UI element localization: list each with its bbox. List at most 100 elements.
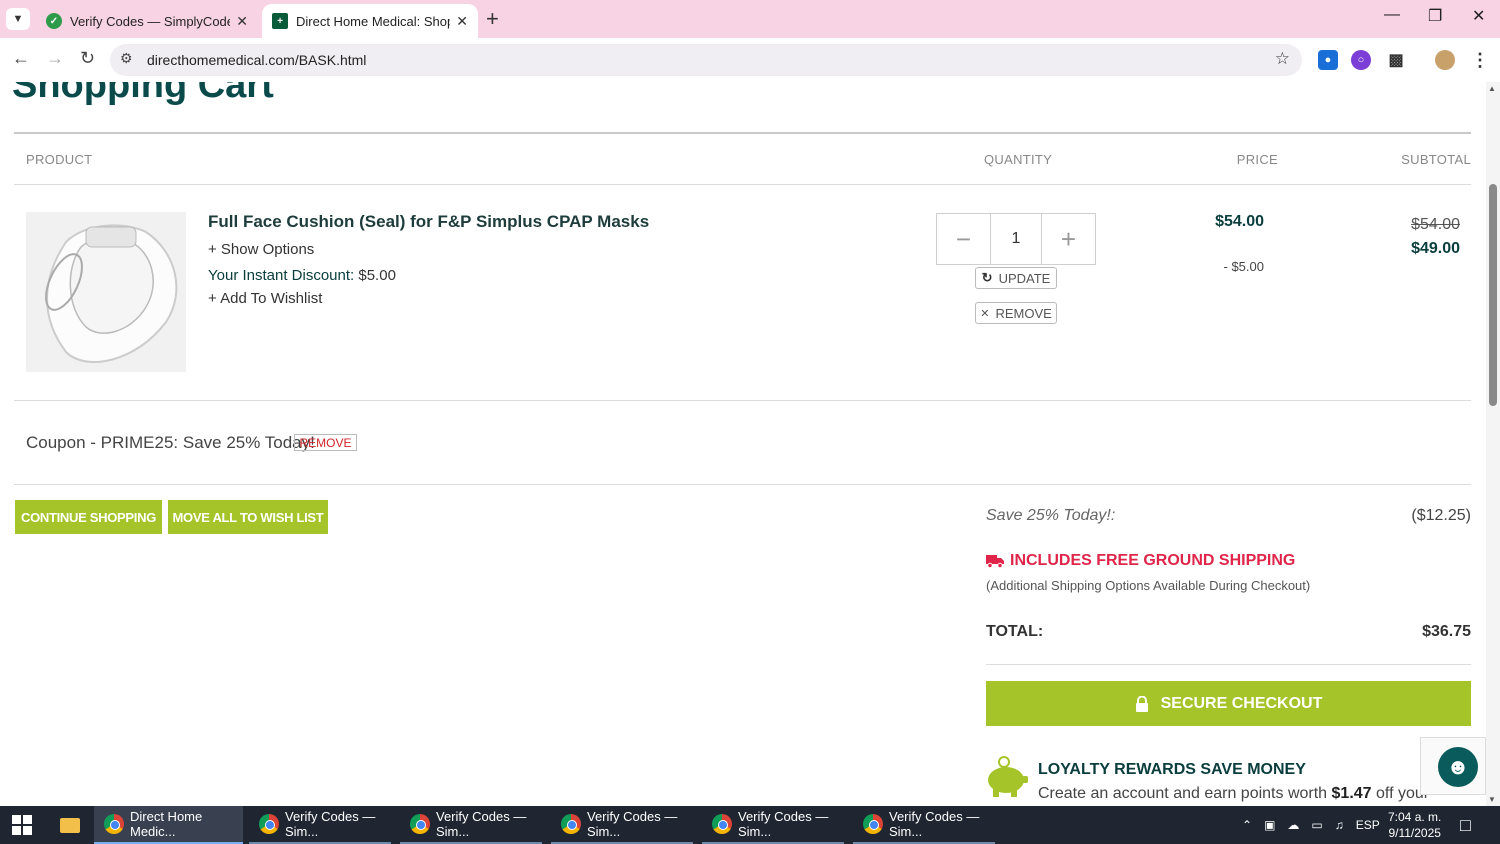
taskbar-item-verify-codes[interactable]: Verify Codes — Sim... <box>702 806 844 844</box>
site-info-icon[interactable]: ⚙ <box>120 50 133 67</box>
column-quantity: QUANTITY <box>984 152 1053 167</box>
scroll-up-arrow-icon[interactable]: ▲ <box>1488 84 1496 93</box>
taskbar-item-direct-home-medical[interactable]: Direct Home Medic... <box>94 806 243 844</box>
page-scrollbar[interactable]: ▲ ▼ <box>1486 82 1500 806</box>
taskbar-item-label: Verify Codes — Sim... <box>587 809 678 839</box>
remove-coupon-button[interactable]: REMOVE <box>294 434 357 451</box>
coupon-text: Coupon - PRIME25: Save 25% Today! <box>26 433 315 452</box>
coupon-savings-value: ($12.25) <box>1411 507 1471 524</box>
menu-kebab-icon[interactable]: ⋮ <box>1470 50 1490 70</box>
subtotal-original: $54.00 <box>1411 216 1460 233</box>
file-explorer-button[interactable] <box>50 806 90 844</box>
tab-verify-codes[interactable]: ✓ Verify Codes — SimplyCodes ✕ <box>36 4 258 38</box>
clock[interactable]: 7:04 a. m. 9/11/2025 <box>1388 806 1441 844</box>
chrome-icon <box>863 814 883 834</box>
page-title: Shopping Cart <box>12 82 274 106</box>
move-all-to-wishlist-button[interactable]: MOVE ALL TO WISH LIST <box>168 500 328 534</box>
discount-label: Your Instant Discount: <box>208 267 355 284</box>
new-tab-button[interactable]: + <box>486 6 499 32</box>
system-tray: ⌃ ▣ ☁ ▭ ♫ ESP <box>1242 806 1380 844</box>
taskbar-item-verify-codes[interactable]: Verify Codes — Sim... <box>551 806 693 844</box>
network-icon[interactable]: ▭ <box>1311 818 1322 832</box>
shipping-note: (Additional Shipping Options Available D… <box>986 578 1311 593</box>
browser-tab-bar: ▼ ✓ Verify Codes — SimplyCodes ✕ + Direc… <box>0 0 1500 38</box>
unit-price: $54.00 <box>1215 213 1264 230</box>
clock-date: 9/11/2025 <box>1388 826 1441 840</box>
quantity-input[interactable]: 1 <box>990 214 1042 264</box>
column-subtotal: SUBTOTAL <box>1401 152 1471 167</box>
tab-direct-home-medical[interactable]: + Direct Home Medical: Shopping ✕ <box>262 4 478 38</box>
chrome-icon <box>712 814 732 834</box>
subtotal-discounted: $49.00 <box>1411 240 1460 257</box>
scroll-down-arrow-icon[interactable]: ▼ <box>1488 795 1496 804</box>
profile-avatar[interactable] <box>1435 50 1455 70</box>
discount-value: $5.00 <box>358 267 396 284</box>
total-value: $36.75 <box>1422 623 1471 640</box>
start-button[interactable] <box>0 806 44 844</box>
minimize-icon[interactable]: — <box>1384 6 1400 24</box>
total-label: TOTAL: <box>986 623 1044 640</box>
accessibility-icon: ☻ <box>1438 747 1478 787</box>
close-tab-icon[interactable]: ✕ <box>236 13 248 30</box>
instant-discount: Your Instant Discount: $5.00 <box>208 267 396 284</box>
divider <box>14 400 1471 401</box>
taskbar-item-verify-codes[interactable]: Verify Codes — Sim... <box>400 806 542 844</box>
secure-checkout-button[interactable]: SECURE CHECKOUT <box>986 681 1471 726</box>
meet-now-icon[interactable]: ▣ <box>1264 818 1275 832</box>
column-price: PRICE <box>1236 152 1278 167</box>
show-options-link[interactable]: + Show Options <box>208 241 314 258</box>
directhomemedical-favicon-icon: + <box>272 13 288 29</box>
free-shipping-notice: INCLUDES FREE GROUND SHIPPING <box>986 552 1295 570</box>
divider <box>986 664 1471 665</box>
update-button[interactable]: ↻ UPDATE <box>975 267 1057 289</box>
extensions-puzzle-icon[interactable]: ▩ <box>1386 50 1406 70</box>
chrome-icon <box>104 814 124 834</box>
product-name-link[interactable]: Full Face Cushion (Seal) for F&P Simplus… <box>208 212 649 232</box>
bookmark-star-icon[interactable]: ☆ <box>1275 49 1290 69</box>
shield-extension-icon[interactable]: ● <box>1318 50 1338 70</box>
back-icon[interactable]: ← <box>12 48 30 69</box>
volume-icon[interactable]: ♫ <box>1335 818 1344 832</box>
continue-shopping-button[interactable]: CONTINUE SHOPPING <box>15 500 162 534</box>
taskbar-item-verify-codes[interactable]: Verify Codes — Sim... <box>249 806 391 844</box>
chrome-icon <box>259 814 279 834</box>
quantity-stepper: − 1 + <box>936 213 1096 265</box>
url-text[interactable]: directhomemedical.com/BASK.html <box>147 52 366 68</box>
price-discount: - $5.00 <box>1223 259 1264 274</box>
update-label: UPDATE <box>998 270 1051 286</box>
tab-search-button[interactable]: ▼ <box>6 8 30 30</box>
close-window-icon[interactable]: ✕ <box>1472 6 1485 26</box>
extension-purple-icon[interactable]: ○ <box>1351 50 1371 70</box>
forward-icon[interactable]: → <box>46 48 64 69</box>
folder-icon <box>60 817 80 833</box>
input-language[interactable]: ESP <box>1356 818 1380 832</box>
product-image[interactable] <box>26 212 186 372</box>
remove-label: REMOVE <box>995 305 1052 321</box>
onedrive-cloud-icon[interactable]: ☁ <box>1287 818 1299 832</box>
windows-taskbar: Direct Home Medic... Verify Codes — Sim.… <box>0 806 1500 844</box>
tab-title: Verify Codes — SimplyCodes <box>70 13 231 29</box>
loyalty-text-pre: Create an account and earn points worth <box>1038 785 1328 802</box>
scrollbar-thumb[interactable] <box>1489 184 1497 406</box>
add-to-wishlist-link[interactable]: + Add To Wishlist <box>208 290 322 307</box>
loyalty-text: Create an account and earn points worth … <box>1038 785 1429 803</box>
decrease-quantity-button[interactable]: − <box>937 214 990 264</box>
chrome-icon <box>561 814 581 834</box>
reload-icon[interactable]: ↻ <box>80 48 95 69</box>
taskbar-item-verify-codes[interactable]: Verify Codes — Sim... <box>853 806 995 844</box>
close-tab-icon[interactable]: ✕ <box>456 13 468 30</box>
windows-logo-icon <box>12 815 32 835</box>
close-icon: ✕ <box>980 307 990 320</box>
restore-icon[interactable]: ❐ <box>1428 6 1442 26</box>
taskbar-item-label: Verify Codes — Sim... <box>738 809 829 839</box>
chrome-icon <box>410 814 430 834</box>
show-hidden-icons-icon[interactable]: ⌃ <box>1242 818 1252 832</box>
accessibility-widget[interactable]: ☻ <box>1420 737 1486 795</box>
address-bar[interactable]: ⚙ directhomemedical.com/BASK.html ☆ <box>110 44 1302 76</box>
column-product: PRODUCT <box>26 152 93 167</box>
remove-item-button[interactable]: ✕ REMOVE <box>975 302 1057 324</box>
divider <box>14 184 1471 185</box>
increase-quantity-button[interactable]: + <box>1042 214 1095 264</box>
taskbar-item-label: Verify Codes — Sim... <box>285 809 376 839</box>
notifications-icon[interactable]: □ <box>1460 806 1471 844</box>
